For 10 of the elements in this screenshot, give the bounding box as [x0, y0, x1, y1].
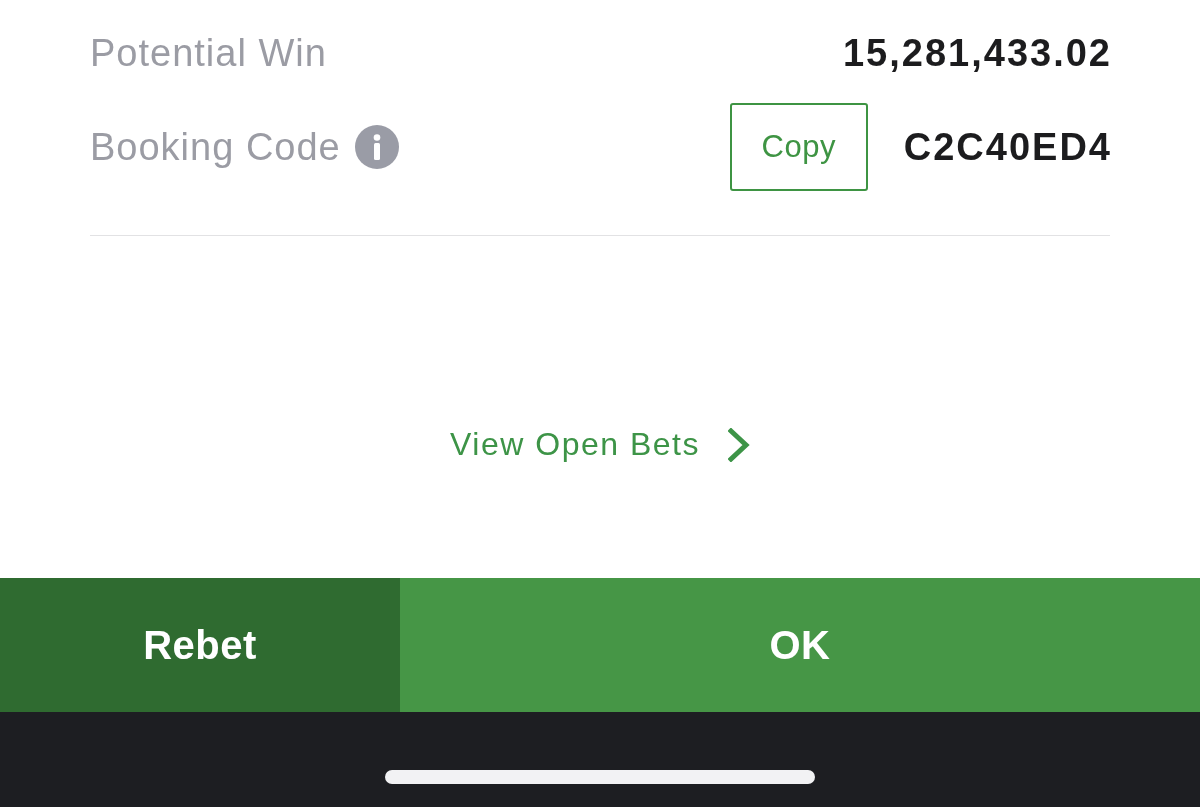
summary-label: Potential Win: [90, 31, 327, 75]
chevron-right-icon: [727, 427, 750, 462]
info-icon[interactable]: [354, 125, 399, 169]
rebet-button[interactable]: Rebet: [0, 578, 400, 712]
summary-value: C2C40ED4: [903, 125, 1112, 169]
summary-label: Booking Code: [90, 125, 341, 169]
copy-button[interactable]: Copy: [729, 103, 868, 191]
summary-value: 15,281,433.02: [843, 31, 1112, 75]
view-open-bets-link[interactable]: View Open Bets: [450, 426, 750, 463]
ok-button[interactable]: OK: [400, 578, 1200, 712]
